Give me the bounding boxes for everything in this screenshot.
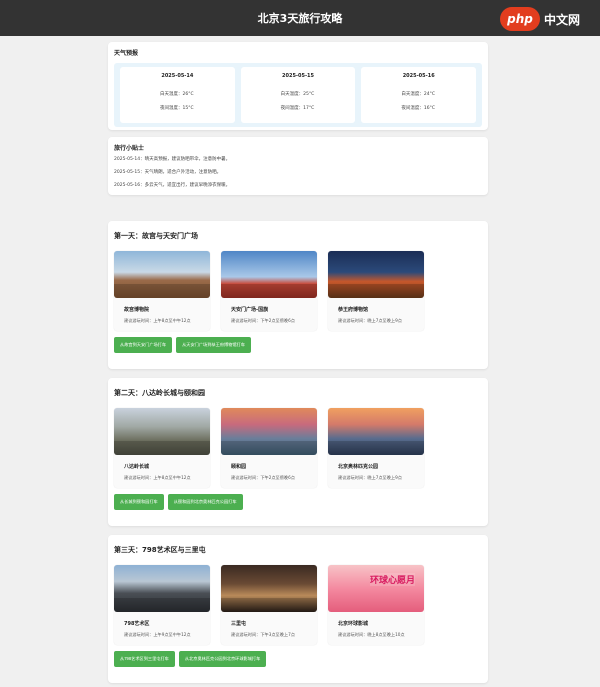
- place-card[interactable]: 故宫博物院 建议游玩时间：上午8点至中午12点: [114, 251, 210, 331]
- day-title: 第二天：八达岭长城与颐和园: [114, 389, 205, 397]
- tips-title: 旅行小贴士: [114, 145, 145, 152]
- place-card[interactable]: 天安门广场-国旗 建议游玩时间：下午2点至傍晚6点: [221, 251, 317, 331]
- weather-date: 2025-05-14: [161, 73, 194, 79]
- place-name: 天安门广场-国旗: [231, 307, 269, 313]
- place-photo: [114, 565, 210, 612]
- place-time: 建议游玩时间：上午8点至中午12点: [124, 318, 191, 323]
- place-name: 八达岭长城: [124, 464, 150, 470]
- weather-list: 2025-05-14 白天温度：26°C 夜间温度：15°C 2025-05-1…: [114, 63, 482, 127]
- weather-day: 2025-05-15 白天温度：25°C 夜间温度：17°C: [240, 67, 356, 123]
- place-time: 建议游玩时间：下午3点至晚上7点: [231, 632, 295, 637]
- place-time: 建议游玩时间：下午2点至傍晚6点: [231, 318, 295, 323]
- weather-high: 白天温度：25°C: [280, 92, 315, 97]
- place-photo: [114, 408, 210, 455]
- taxi-buttons: 从长城到颐和园打车 从颐和园到北京奥林匹克公园打车: [114, 494, 482, 510]
- site-watermark: php 中文网: [500, 4, 590, 34]
- place-card[interactable]: 三里屯 建议游玩时间：下午3点至晚上7点: [221, 565, 317, 645]
- place-photo: [221, 565, 317, 612]
- place-name: 故宫博物院: [124, 307, 150, 313]
- watermark-text: 中文网: [544, 12, 581, 27]
- weather-card: 天气预报 2025-05-14 白天温度：26°C 夜间温度：15°C 2025…: [108, 42, 488, 130]
- place-photo: [221, 408, 317, 455]
- place-name: 北京环球影城: [338, 621, 369, 627]
- place-name: 北京奥林匹克公园: [338, 464, 379, 470]
- day-card-2: 第二天：八达岭长城与颐和园 八达岭长城 建议游玩时间：上午8点至中午12点 颐和…: [108, 378, 488, 526]
- place-photo: [114, 251, 210, 298]
- weather-low: 夜间温度：15°C: [160, 106, 194, 111]
- taxi-button[interactable]: 从北京奥林匹克公园到北京环球影城打车: [178, 651, 267, 667]
- day-title: 第三天：798艺术区与三里屯: [114, 546, 206, 554]
- place-time: 建议游玩时间：晚上8点至晚上10点: [338, 632, 405, 637]
- place-name: 三里屯: [231, 621, 247, 627]
- day-title: 第一天：故宫与天安门广场: [114, 232, 198, 240]
- place-card[interactable]: 798艺术区 建议游玩时间：上午9点至中午12点: [114, 565, 210, 645]
- page-title: 北京3天旅行攻略: [257, 12, 343, 25]
- weather-high: 白天温度：24°C: [401, 92, 435, 97]
- tips-card: 旅行小贴士 2025-05-14：晴天高预报，建议防晒带伞，注意防中暑。 202…: [108, 137, 488, 195]
- place-name: 恭王府博物馆: [338, 307, 369, 313]
- taxi-button[interactable]: 从天安门广场到恭王府博物馆打车: [176, 337, 251, 353]
- place-list: 八达岭长城 建议游玩时间：上午8点至中午12点 颐和园 建议游玩时间：下午2点至…: [114, 408, 482, 488]
- weather-date: 2025-05-16: [402, 73, 435, 79]
- weather-title: 天气预报: [114, 50, 139, 57]
- place-name: 798艺术区: [124, 621, 150, 627]
- tip-item: 2025-05-15：天气晴朗，适合户外活动，注意防晒。: [114, 170, 222, 175]
- page-header: 北京3天旅行攻略 php 中文网: [0, 0, 600, 36]
- place-photo: [221, 251, 317, 298]
- taxi-buttons: 从故宫到天安门广场打车 从天安门广场到恭王府博物馆打车: [114, 337, 482, 353]
- taxi-button[interactable]: 从故宫到天安门广场打车: [114, 337, 173, 353]
- place-time: 建议游玩时间：下午2点至傍晚6点: [231, 475, 295, 480]
- place-card[interactable]: 环球心愿月 北京环球影城 建议游玩时间：晚上8点至晚上10点: [328, 565, 424, 645]
- place-card[interactable]: 颐和园 建议游玩时间：下午2点至傍晚6点: [221, 408, 317, 488]
- place-time: 建议游玩时间：晚上7点至晚上9点: [338, 475, 402, 480]
- place-photo: 环球心愿月: [328, 565, 424, 612]
- taxi-button[interactable]: 从798艺术区到三里屯打车: [114, 651, 175, 667]
- weather-low: 夜间温度：17°C: [280, 106, 315, 111]
- taxi-buttons: 从798艺术区到三里屯打车 从北京奥林匹克公园到北京环球影城打车: [114, 651, 482, 667]
- tip-item: 2025-05-16：多云天气，适宜出行，建议早晚添衣保暖。: [114, 183, 231, 188]
- place-photo: [328, 408, 424, 455]
- place-card[interactable]: 八达岭长城 建议游玩时间：上午8点至中午12点: [114, 408, 210, 488]
- weather-day: 2025-05-14 白天温度：26°C 夜间温度：15°C: [120, 67, 235, 123]
- photo-caption: 环球心愿月: [370, 573, 416, 586]
- weather-low: 夜间温度：16°C: [401, 106, 435, 111]
- taxi-button[interactable]: 从长城到颐和园打车: [114, 494, 164, 510]
- place-name: 颐和园: [231, 464, 247, 470]
- place-photo: [328, 251, 424, 298]
- place-time: 建议游玩时间：上午8点至中午12点: [124, 475, 191, 480]
- place-time: 建议游玩时间：上午9点至中午12点: [124, 632, 191, 637]
- place-list: 798艺术区 建议游玩时间：上午9点至中午12点 三里屯 建议游玩时间：下午3点…: [114, 565, 482, 645]
- taxi-button[interactable]: 从颐和园到北京奥林匹克公园打车: [167, 494, 243, 510]
- place-card[interactable]: 恭王府博物馆 建议游玩时间：晚上7点至晚上9点: [328, 251, 424, 331]
- day-card-3: 第三天：798艺术区与三里屯 798艺术区 建议游玩时间：上午9点至中午12点 …: [108, 535, 488, 683]
- place-list: 故宫博物院 建议游玩时间：上午8点至中午12点 天安门广场-国旗 建议游玩时间：…: [114, 251, 482, 331]
- place-time: 建议游玩时间：晚上7点至晚上9点: [338, 318, 402, 323]
- place-card[interactable]: 北京奥林匹克公园 建议游玩时间：晚上7点至晚上9点: [328, 408, 424, 488]
- weather-date: 2025-05-15: [282, 73, 314, 79]
- php-logo-icon: php: [500, 7, 540, 31]
- tip-item: 2025-05-14：晴天高预报，建议防晒带伞，注意防中暑。: [114, 157, 231, 162]
- day-card-1: 第一天：故宫与天安门广场 故宫博物院 建议游玩时间：上午8点至中午12点 天安门…: [108, 221, 488, 369]
- weather-day: 2025-05-16 白天温度：24°C 夜间温度：16°C: [361, 67, 477, 123]
- weather-high: 白天温度：26°C: [160, 92, 194, 97]
